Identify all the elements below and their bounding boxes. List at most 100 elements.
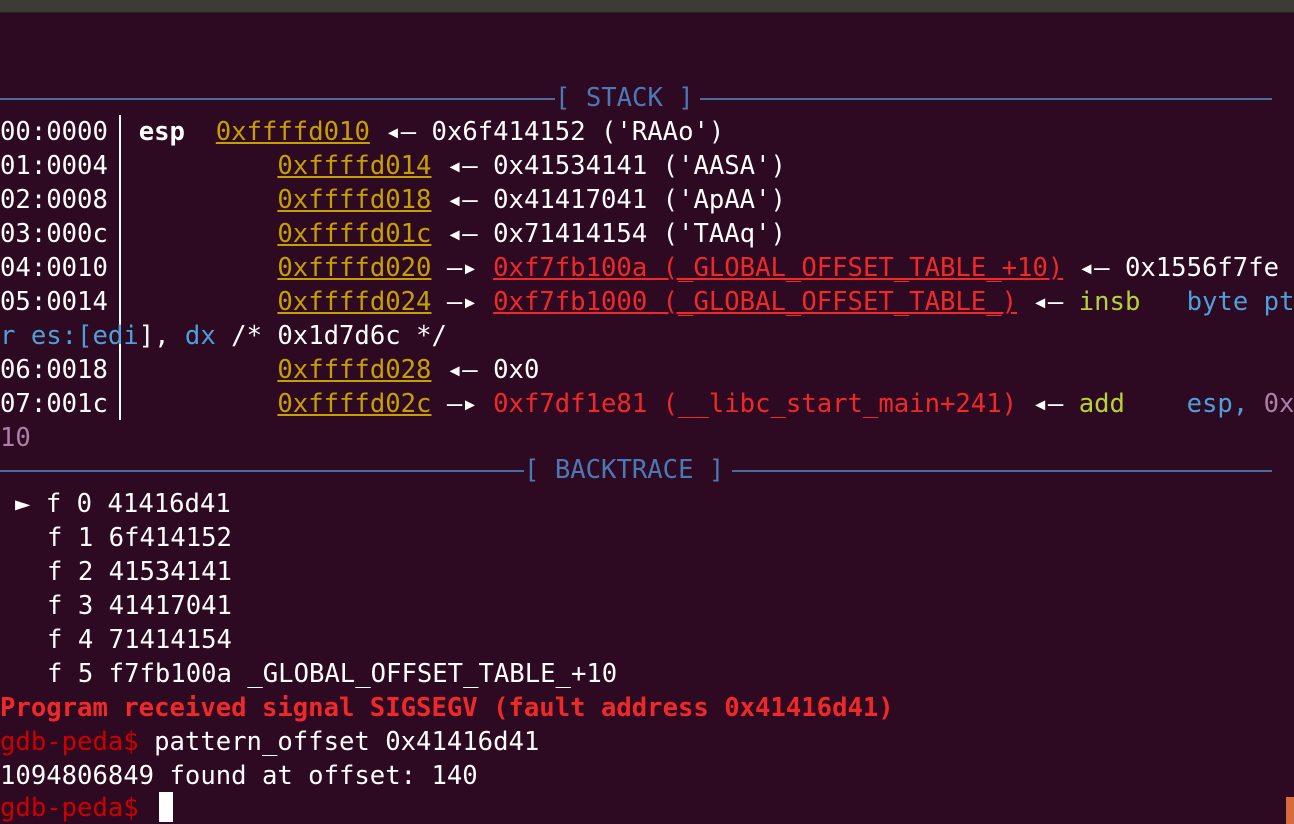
instruction-register: dx (184, 321, 216, 351)
spacer: ], (138, 321, 185, 351)
frame-address: 6f414152 (108, 523, 232, 553)
stack-index: 00:0000 (0, 117, 108, 147)
stack-header: [ STACK ] (555, 83, 694, 113)
backtrace-frame: f 5 f7fb100a _GLOBAL_OFFSET_TABLE_+10 (47, 657, 617, 691)
instruction-operand: r es:[ (0, 321, 93, 351)
deref-arrow: ◂— (1032, 287, 1064, 317)
text-cursor (159, 792, 173, 822)
stack-separator: [ STACK ] (0, 81, 1272, 115)
backtrace-frame: f 2 41534141 (47, 555, 232, 589)
stack-row: 03:000c 0xffffd01c ◂— 0x71414154 ('TAAq'… (0, 217, 786, 251)
deref-arrow: ◂— (446, 185, 478, 215)
backtrace-header: [ BACKTRACE ] (524, 455, 725, 485)
frame-number: f 1 (47, 523, 94, 553)
stack-row: 07:001c 0xffffd02c —▸ 0xf7df1e81 (__libc… (0, 387, 1294, 421)
deref-arrow: ◂— (1078, 253, 1110, 283)
current-frame-marker: ► (15, 489, 31, 519)
deref-arrow: ◂— (1032, 389, 1064, 419)
stack-address: 0xffffd010 (215, 117, 370, 147)
shell-prompt: gdb-peda$ (0, 727, 139, 757)
stack-address: 0xffffd024 (277, 287, 432, 317)
deref-arrow: ◂— (446, 151, 478, 181)
stack-address: 0xffffd01c (277, 219, 432, 249)
stack-index: 03:000c (0, 219, 108, 249)
frame-address: 41416d41 (107, 489, 231, 519)
frame-number: f 3 (47, 591, 94, 621)
stack-register: esp (138, 117, 185, 147)
backtrace-frame: ► f 0 41416d41 (15, 487, 231, 521)
pointer-arrow: —▸ (446, 253, 478, 283)
stack-row: 04:0010 0xffffd020 —▸ 0xf7fb100a (_GLOBA… (0, 251, 1279, 285)
backtrace-separator: [ BACKTRACE ] (0, 453, 1272, 487)
stack-value: 0x71414154 ('TAAq') (493, 219, 786, 249)
stack-row-wrap: 10 (0, 421, 31, 455)
instruction-operand: esp, (1186, 389, 1264, 419)
stack-address: 0xffffd014 (277, 151, 432, 181)
frame-symbol: _GLOBAL_OFFSET_TABLE_+10 (247, 659, 618, 689)
stack-value: 0x6f414152 ('RAAo') (431, 117, 725, 147)
instruction-immediate: 0x (1263, 389, 1294, 419)
deref-arrow: ◂— (385, 117, 417, 147)
pointer-arrow: —▸ (446, 389, 478, 419)
stack-index: 02:0008 (0, 185, 108, 215)
stack-index: 01:0004 (0, 151, 108, 181)
stack-address: 0xffffd02c (277, 389, 432, 419)
stack-row: 01:0004 0xffffd014 ◂— 0x41534141 ('AASA'… (0, 149, 786, 183)
scrollbar-thumb[interactable] (1286, 797, 1294, 824)
instruction-mnemonic: add (1078, 389, 1125, 419)
command-output: 1094806849 found at offset: 140 (0, 761, 478, 791)
backtrace-frame: f 1 6f414152 (47, 521, 232, 555)
pointer-target: 0xf7fb1000 (_GLOBAL_OFFSET_TABLE_) (493, 287, 1018, 317)
frame-number: f 4 (47, 625, 94, 655)
pointer-target: 0xf7df1e81 (__libc_start_main+241) (493, 389, 1018, 419)
stack-row: 02:0008 0xffffd018 ◂— 0x41417041 ('ApAA'… (0, 183, 786, 217)
stack-address: 0xffffd020 (277, 253, 432, 283)
stack-value: 0x41417041 ('ApAA') (493, 185, 786, 215)
deref-arrow: ◂— (446, 219, 478, 249)
stack-index: 07:001c (0, 389, 108, 419)
backtrace-frame: f 4 71414154 (47, 623, 232, 657)
terminal[interactable]: [ STACK ] 00:0000 esp 0xffffd010 ◂— 0x6f… (0, 0, 1294, 824)
pointer-arrow: —▸ (446, 287, 478, 317)
stack-value: 0x1556f7fe (1124, 253, 1280, 283)
instruction-comment: /* 0x1d7d6c */ (215, 321, 447, 351)
instruction-register: edi (92, 321, 139, 351)
active-prompt-line[interactable]: gdb-peda$ (0, 791, 139, 824)
signal-message: Program received signal SIGSEGV (fault a… (0, 693, 894, 723)
instruction-operand: byte pt (1186, 287, 1294, 317)
command-text: pattern_offset 0x41416d41 (138, 727, 540, 757)
stack-index: 05:0014 (0, 287, 108, 317)
stack-row: 06:0018 0xffffd028 ◂— 0x0 (0, 353, 539, 387)
instruction-immediate: 10 (0, 423, 31, 453)
stack-value: 0x41534141 ('AASA') (493, 151, 786, 181)
frame-address: 41417041 (108, 591, 232, 621)
deref-arrow: ◂— (446, 355, 478, 385)
shell-prompt: gdb-peda$ (0, 793, 139, 823)
